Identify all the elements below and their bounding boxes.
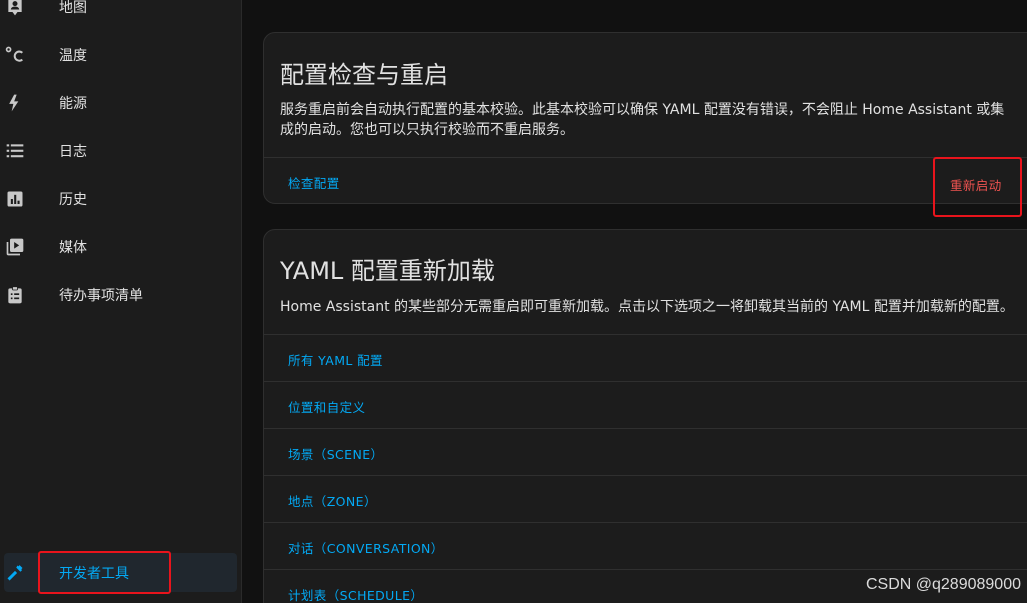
card-divider [264,381,1027,382]
card-divider [264,475,1027,476]
hammer-icon [4,562,26,584]
reload-conversation-button[interactable]: 对话（CONVERSATION） [288,538,444,557]
sidebar-item-label: 温度 [59,48,87,64]
reload-scene-button[interactable]: 场景（SCENE） [288,444,383,463]
card-divider [264,157,1027,158]
sidebar-item-developer-tools[interactable]: 开发者工具 [4,553,237,592]
reload-core-button[interactable]: 位置和自定义 [288,397,365,416]
restart-button[interactable]: 重新启动 [950,175,1002,194]
reload-all-yaml-button[interactable]: 所有 YAML 配置 [288,350,383,369]
sidebar-item-label: 开发者工具 [59,565,129,582]
card-description: Home Assistant 的某些部分无需重启即可重新加载。点击以下选项之一将… [280,299,1014,315]
chart-box-icon [4,188,26,210]
card-title: 配置检查与重启 [280,61,448,89]
sidebar-item-label: 能源 [59,96,87,112]
sidebar-item-label: 媒体 [59,240,87,256]
reload-zone-button[interactable]: 地点（ZONE） [288,491,377,510]
sidebar-item-label: 历史 [59,192,87,208]
lightning-icon [4,92,26,114]
thermometer-celsius-icon [4,44,26,66]
yaml-reload-card: YAML 配置重新加载 Home Assistant 的某些部分无需重启即可重新… [263,229,1027,603]
sidebar-item-history[interactable]: 历史 [0,179,242,219]
play-box-multiple-icon [4,236,26,258]
clipboard-list-icon [4,284,26,306]
sidebar-item-map[interactable]: 地图 [0,0,242,27]
sidebar-item-label: 待办事项清单 [59,288,143,304]
sidebar: 地图 温度 能源 日志 历史 媒体 待办事项清单 开发者工具 [0,0,242,603]
sidebar-item-temperature[interactable]: 温度 [0,35,242,75]
card-title: YAML 配置重新加载 [280,257,495,285]
sidebar-item-todo[interactable]: 待办事项清单 [0,275,242,315]
sidebar-item-label: 地图 [59,0,87,16]
sidebar-item-media[interactable]: 媒体 [0,227,242,267]
card-divider [264,428,1027,429]
reload-schedule-button[interactable]: 计划表（SCHEDULE） [288,585,423,603]
app: 地图 温度 能源 日志 历史 媒体 待办事项清单 开发者工具 配置检查与重启 服… [0,0,1027,603]
sidebar-item-logbook[interactable]: 日志 [0,131,242,171]
watermark: CSDN @q289089000 [865,576,1021,593]
config-check-card: 配置检查与重启 服务重启前会自动执行配置的基本校验。此基本校验可以确保 YAML… [263,32,1027,204]
card-divider [264,569,1027,570]
check-config-button[interactable]: 检查配置 [288,173,340,192]
sidebar-item-label: 日志 [59,144,87,160]
card-description: 服务重启前会自动执行配置的基本校验。此基本校验可以确保 YAML 配置没有错误，… [280,102,1005,138]
card-divider [264,522,1027,523]
format-list-icon [4,140,26,162]
sidebar-item-energy[interactable]: 能源 [0,83,242,123]
map-account-icon [4,0,26,18]
card-divider [264,334,1027,335]
